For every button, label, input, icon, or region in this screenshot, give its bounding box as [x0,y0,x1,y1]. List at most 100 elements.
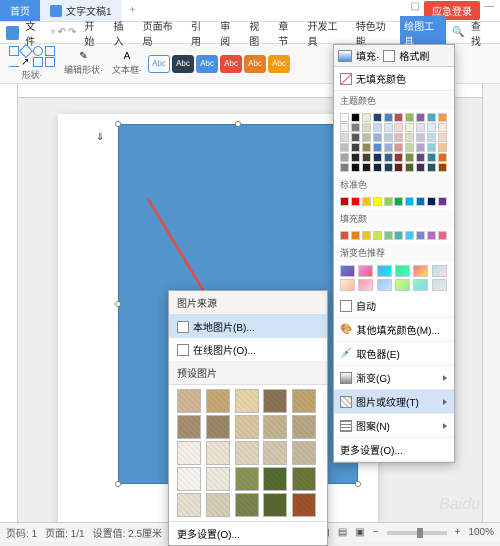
toolbar-icon[interactable]: ↶ [58,27,66,38]
gradient-swatch[interactable] [377,279,392,291]
color-swatch[interactable] [416,113,425,122]
texture-swatch[interactable] [263,389,287,413]
color-swatch[interactable] [405,231,414,240]
auto-option[interactable]: 自动 [334,294,454,318]
style-swatch[interactable]: Abc [268,55,290,73]
color-swatch[interactable] [384,231,393,240]
color-swatch[interactable] [351,231,360,240]
color-swatch[interactable] [340,123,349,132]
menu-layout[interactable]: 页面布局 [139,16,185,50]
color-swatch[interactable] [340,231,349,240]
color-swatch[interactable] [427,197,436,206]
style-swatch[interactable]: Abc [148,55,170,73]
color-swatch[interactable] [384,153,393,162]
texture-swatch[interactable] [235,467,259,491]
menu-search[interactable]: 查找 [467,16,494,50]
color-swatch[interactable] [405,163,414,172]
texture-swatch[interactable] [292,415,316,439]
more-fill-settings[interactable]: 更多设置(O)... [334,438,454,462]
color-swatch[interactable] [373,231,382,240]
color-swatch[interactable] [351,113,360,122]
color-swatch[interactable] [438,113,447,122]
format-brush-label[interactable]: 格式刷 [399,48,429,63]
color-swatch[interactable] [394,133,403,142]
style-swatch[interactable]: Abc [172,55,194,73]
color-swatch[interactable] [405,113,414,122]
color-swatch[interactable] [416,231,425,240]
color-swatch[interactable] [373,197,382,206]
gradient-swatch[interactable] [340,279,355,291]
color-swatch[interactable] [405,133,414,142]
no-fill-option[interactable]: 无填充颜色 [334,67,454,91]
texture-swatch[interactable] [177,415,201,439]
more-fill-colors[interactable]: 🎨 其他填充颜色(M)... [334,318,454,342]
color-swatch[interactable] [351,163,360,172]
gradient-swatch[interactable] [358,279,373,291]
color-swatch[interactable] [394,113,403,122]
color-swatch[interactable] [340,133,349,142]
zoom-value[interactable]: 100% [468,527,494,538]
texture-option[interactable]: 图片或纹理(T) [334,390,454,414]
color-swatch[interactable] [394,143,403,152]
view-icon[interactable]: ▣ [355,527,364,538]
texture-swatch[interactable] [263,441,287,465]
gradient-swatch[interactable] [340,265,355,277]
texture-swatch[interactable] [177,493,201,517]
color-swatch[interactable] [373,123,382,132]
color-swatch[interactable] [438,197,447,206]
add-tab-button[interactable]: + [122,5,144,16]
resize-handle[interactable] [115,121,121,127]
texture-swatch[interactable] [206,493,230,517]
style-swatch[interactable]: Abc [220,55,242,73]
fill-label[interactable]: 填充· [356,48,379,63]
texture-swatch[interactable] [263,415,287,439]
style-swatch[interactable]: Abc [196,55,218,73]
color-swatch[interactable] [340,143,349,152]
color-swatch[interactable] [362,143,371,152]
color-swatch[interactable] [394,163,403,172]
color-swatch[interactable] [362,113,371,122]
color-swatch[interactable] [351,133,360,142]
color-swatch[interactable] [384,113,393,122]
color-swatch[interactable] [373,133,382,142]
texture-swatch[interactable] [292,441,316,465]
color-swatch[interactable] [438,231,447,240]
edit-shape-group[interactable]: ✎ 编辑形状· [61,51,106,76]
color-swatch[interactable] [351,153,360,162]
texture-swatch[interactable] [206,441,230,465]
texture-swatch[interactable] [177,467,201,491]
zoom-in[interactable]: + [455,527,461,538]
menu-start[interactable]: 开始 [80,16,107,50]
texture-swatch[interactable] [177,389,201,413]
texture-swatch[interactable] [235,493,259,517]
color-swatch[interactable] [351,123,360,132]
color-swatch[interactable] [416,197,425,206]
texture-swatch[interactable] [206,467,230,491]
color-swatch[interactable] [405,197,414,206]
gradient-swatch[interactable] [377,265,392,277]
color-swatch[interactable] [362,197,371,206]
color-swatch[interactable] [427,123,436,132]
pattern-option[interactable]: 图案(N) [334,414,454,438]
color-swatch[interactable] [340,113,349,122]
texture-swatch[interactable] [206,389,230,413]
color-swatch[interactable] [340,163,349,172]
color-swatch[interactable] [394,231,403,240]
gradient-option[interactable]: 渐变(G) [334,366,454,390]
texture-swatch[interactable] [235,441,259,465]
color-swatch[interactable] [416,153,425,162]
color-swatch[interactable] [362,133,371,142]
color-swatch[interactable] [384,133,393,142]
color-swatch[interactable] [438,123,447,132]
texture-swatch[interactable] [235,389,259,413]
color-swatch[interactable] [384,123,393,132]
color-swatch[interactable] [416,133,425,142]
color-swatch[interactable] [394,123,403,132]
texture-swatch[interactable] [177,441,201,465]
gradient-swatch[interactable] [395,265,410,277]
menu-chapter[interactable]: 章节 [274,16,301,50]
color-swatch[interactable] [405,123,414,132]
gradient-swatch[interactable] [358,265,373,277]
color-swatch[interactable] [373,113,382,122]
gradient-swatch[interactable] [432,265,447,277]
